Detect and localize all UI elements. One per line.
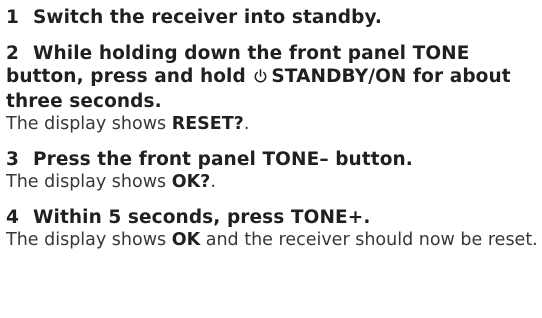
step-1: 1 Switch the receiver into standby. xyxy=(6,6,542,29)
step-1-number: 1 xyxy=(6,7,19,28)
step-2-body-end: . xyxy=(243,114,250,134)
step-4-number: 4 xyxy=(6,207,19,228)
step-2-body-text: The display shows xyxy=(6,114,172,134)
step-4-body: The display shows OK and the receiver sh… xyxy=(6,229,542,251)
step-3-body-end: . xyxy=(210,172,216,192)
step-2-heading: 2 While holding down the front panel TONE… xyxy=(6,42,542,113)
reset-instructions: 1 Switch the receiver into standby. 2 Whil… xyxy=(0,0,542,318)
step-2-body: The display shows RESET?. xyxy=(6,113,542,135)
step-3-number: 3 xyxy=(6,149,19,170)
step-3-heading: 3 Press the front panel TONE– button. xyxy=(6,148,542,171)
power-icon xyxy=(253,67,268,90)
step-1-heading-text: Switch the receiver into standby. xyxy=(33,7,383,28)
step-3: 3 Press the front panel TONE– button. The… xyxy=(6,148,542,193)
display-message-ok-question: OK? xyxy=(171,172,211,192)
step-4-body-text: The display shows xyxy=(6,230,172,250)
step-4: 4 Within 5 seconds, press TONE+. The disp… xyxy=(6,206,542,251)
step-4-heading: 4 Within 5 seconds, press TONE+. xyxy=(6,206,542,229)
step-1-heading: 1 Switch the receiver into standby. xyxy=(6,6,542,29)
step-4-body-end: and the receiver should now be reset. xyxy=(200,230,538,250)
step-4-heading-text: Within 5 seconds, press TONE+. xyxy=(33,207,371,228)
display-message-ok: OK xyxy=(171,230,201,250)
step-2: 2 While holding down the front panel TONE… xyxy=(6,42,542,135)
step-2-number: 2 xyxy=(6,43,19,64)
step-3-heading-text: Press the front panel TONE– button. xyxy=(33,149,413,170)
step-3-body-text: The display shows xyxy=(6,172,172,192)
display-message-reset: RESET? xyxy=(171,114,244,134)
step-3-body: The display shows OK?. xyxy=(6,171,542,193)
